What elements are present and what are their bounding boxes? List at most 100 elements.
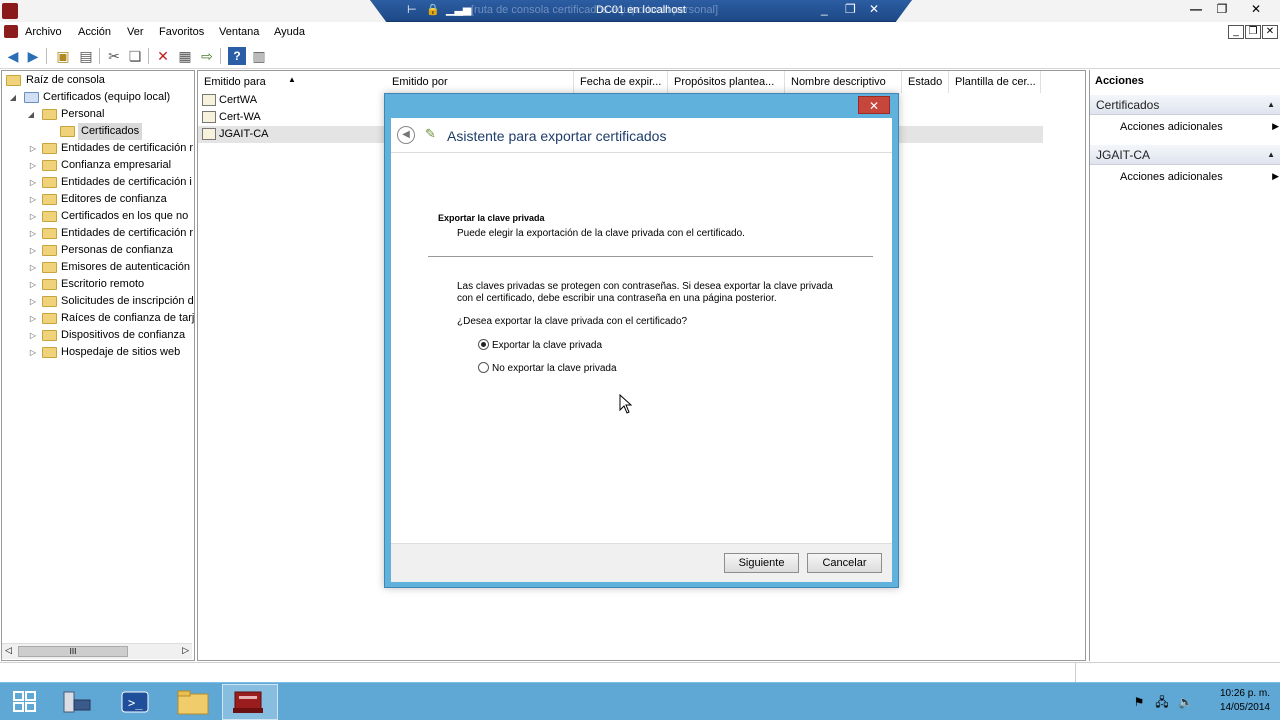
toolbar-separator bbox=[148, 48, 149, 64]
column-header-issued-to[interactable]: Emitido para ▲ bbox=[198, 71, 387, 93]
start-button[interactable] bbox=[0, 684, 48, 720]
column-header-template[interactable]: Plantilla de cer... bbox=[949, 71, 1041, 93]
scroll-right-icon[interactable]: ▷ bbox=[182, 645, 189, 656]
volume-icon[interactable]: 🔈 bbox=[1178, 695, 1193, 709]
column-header-friendly-name[interactable]: Nombre descriptivo bbox=[785, 71, 902, 93]
radio-no-export-private-key[interactable]: No exportar la clave privada bbox=[478, 362, 617, 375]
wizard-title: Asistente para exportar certificados bbox=[447, 128, 667, 144]
taskbar: >_ ⚑ 🖧 🔈 10:26 p. m. 14/05/2014 bbox=[0, 682, 1280, 720]
list-item[interactable]: CertWA bbox=[202, 92, 257, 109]
column-label: Emitido por bbox=[392, 76, 448, 88]
radio-unselected-icon[interactable] bbox=[478, 362, 489, 373]
console-menu-icon[interactable] bbox=[4, 25, 18, 38]
tree-node-certificados[interactable]: Certificados bbox=[6, 123, 192, 140]
folder-icon bbox=[42, 177, 57, 188]
expand-closed-icon[interactable]: ▷ bbox=[28, 208, 38, 225]
taskbar-server-manager[interactable] bbox=[50, 684, 106, 720]
column-label: Propósitos plantea... bbox=[674, 76, 775, 88]
menu-ver[interactable]: Ver bbox=[127, 26, 144, 38]
actions-section-header[interactable]: JGAIT-CA ▲ bbox=[1090, 145, 1280, 165]
folder-icon bbox=[42, 211, 57, 222]
menu-ventana[interactable]: Ventana bbox=[219, 26, 259, 38]
cut-icon[interactable]: ✂ bbox=[105, 47, 123, 65]
computer-certs-icon bbox=[24, 92, 39, 103]
window-restore-button[interactable]: ❐ bbox=[1206, 0, 1238, 20]
system-clock[interactable]: 10:26 p. m. 14/05/2014 bbox=[1220, 687, 1270, 715]
show-action-pane-icon[interactable]: ▥ bbox=[250, 47, 268, 65]
network-icon[interactable]: 🖧 bbox=[1155, 695, 1169, 709]
delete-icon[interactable]: ✕ bbox=[154, 47, 172, 65]
tree-node-label: Entidades de certificación r bbox=[61, 142, 194, 154]
actions-section-header[interactable]: Certificados ▲ bbox=[1090, 95, 1280, 115]
rdp-restore-icon[interactable]: ❐ bbox=[845, 2, 856, 16]
column-header-issued-by[interactable]: Emitido por bbox=[386, 71, 574, 93]
certificate-wizard-icon: ✎ bbox=[425, 126, 436, 141]
taskbar-powershell[interactable]: >_ bbox=[108, 684, 164, 720]
show-tree-icon[interactable]: ▤ bbox=[77, 47, 95, 65]
export-list-icon[interactable]: ⇨ bbox=[198, 47, 216, 65]
scroll-left-icon[interactable]: ◁ bbox=[5, 645, 12, 656]
file-explorer-icon bbox=[177, 690, 209, 715]
expand-closed-icon[interactable]: ▷ bbox=[28, 310, 38, 327]
mdi-minimize-button[interactable]: _ bbox=[1228, 25, 1244, 39]
menu-favoritos[interactable]: Favoritos bbox=[159, 26, 204, 38]
column-header-status[interactable]: Estado bbox=[902, 71, 949, 93]
menu-ayuda[interactable]: Ayuda bbox=[274, 26, 305, 38]
expand-closed-icon[interactable]: ▷ bbox=[28, 225, 38, 242]
copy-icon[interactable]: ❏ bbox=[126, 47, 144, 65]
expand-closed-icon[interactable]: ▷ bbox=[28, 242, 38, 259]
export-question: ¿Desea exportar la clave privada con el … bbox=[457, 316, 688, 327]
expand-open-icon[interactable]: ◢ bbox=[8, 89, 18, 106]
section-subtitle: Puede elegir la exportación de la clave … bbox=[457, 228, 745, 239]
scroll-thumb[interactable]: III bbox=[18, 646, 128, 657]
expand-closed-icon[interactable]: ▷ bbox=[28, 174, 38, 191]
collapse-up-icon[interactable]: ▲ bbox=[1267, 145, 1275, 165]
toolbar-separator bbox=[46, 48, 47, 64]
more-actions-item[interactable]: Acciones adicionales ▶ bbox=[1120, 121, 1279, 133]
column-header-expiration[interactable]: Fecha de expir... bbox=[574, 71, 668, 93]
back-icon[interactable]: ◀ bbox=[397, 126, 415, 144]
forward-arrow-icon[interactable]: ▶ bbox=[24, 47, 42, 65]
cancel-button[interactable]: Cancelar bbox=[807, 553, 882, 573]
expand-closed-icon[interactable]: ▷ bbox=[28, 259, 38, 276]
up-folder-icon[interactable]: ▣ bbox=[54, 47, 72, 65]
tree-node-label: Raíz de consola bbox=[26, 74, 105, 86]
next-button[interactable]: Siguiente bbox=[724, 553, 799, 573]
rdp-close-icon[interactable]: ✕ bbox=[869, 2, 879, 16]
export-certificate-wizard: ✕ ◀ ✎ Asistente para exportar certificad… bbox=[384, 93, 899, 588]
properties-icon[interactable]: ▦ bbox=[176, 47, 194, 65]
radio-selected-icon[interactable] bbox=[478, 339, 489, 350]
private-key-explanation: Las claves privadas se protegen con cont… bbox=[457, 281, 857, 305]
window-close-button[interactable]: ✕ bbox=[1240, 0, 1272, 20]
taskbar-mmc-active[interactable] bbox=[222, 684, 278, 720]
folder-icon bbox=[42, 228, 57, 239]
folder-icon bbox=[42, 347, 57, 358]
mdi-close-button[interactable]: ✕ bbox=[1262, 25, 1278, 39]
column-header-purposes[interactable]: Propósitos plantea... bbox=[668, 71, 785, 93]
menu-archivo[interactable]: Archivo bbox=[25, 26, 62, 38]
collapse-up-icon[interactable]: ▲ bbox=[1267, 95, 1275, 115]
expand-closed-icon[interactable]: ▷ bbox=[28, 344, 38, 361]
expand-closed-icon[interactable]: ▷ bbox=[28, 276, 38, 293]
action-center-icon[interactable]: ⚑ bbox=[1132, 695, 1146, 709]
rdp-minimize-icon[interactable]: _ bbox=[821, 2, 828, 16]
help-icon[interactable]: ? bbox=[228, 47, 246, 65]
back-arrow-icon[interactable]: ◀ bbox=[4, 47, 22, 65]
dialog-close-button[interactable]: ✕ bbox=[858, 96, 890, 114]
expand-closed-icon[interactable]: ▷ bbox=[28, 191, 38, 208]
menu-accion[interactable]: Acción bbox=[78, 26, 111, 38]
tree-horizontal-scrollbar[interactable]: ◁ III ▷ bbox=[2, 643, 192, 659]
list-item[interactable]: Cert-WA bbox=[202, 109, 261, 126]
more-actions-item[interactable]: Acciones adicionales ▶ bbox=[1120, 171, 1279, 183]
expand-closed-icon[interactable]: ▷ bbox=[28, 157, 38, 174]
expand-closed-icon[interactable]: ▷ bbox=[28, 327, 38, 344]
column-label: Emitido para bbox=[204, 76, 266, 88]
expand-open-icon[interactable]: ◢ bbox=[26, 106, 36, 123]
expand-closed-icon[interactable]: ▷ bbox=[28, 293, 38, 310]
toolbar-separator bbox=[220, 48, 221, 64]
taskbar-file-explorer[interactable] bbox=[166, 684, 222, 720]
radio-export-private-key[interactable]: Exportar la clave privada bbox=[478, 339, 602, 352]
mdi-restore-button[interactable]: ❐ bbox=[1245, 25, 1261, 39]
tree-node-label: Editores de confianza bbox=[61, 193, 167, 205]
expand-closed-icon[interactable]: ▷ bbox=[28, 140, 38, 157]
